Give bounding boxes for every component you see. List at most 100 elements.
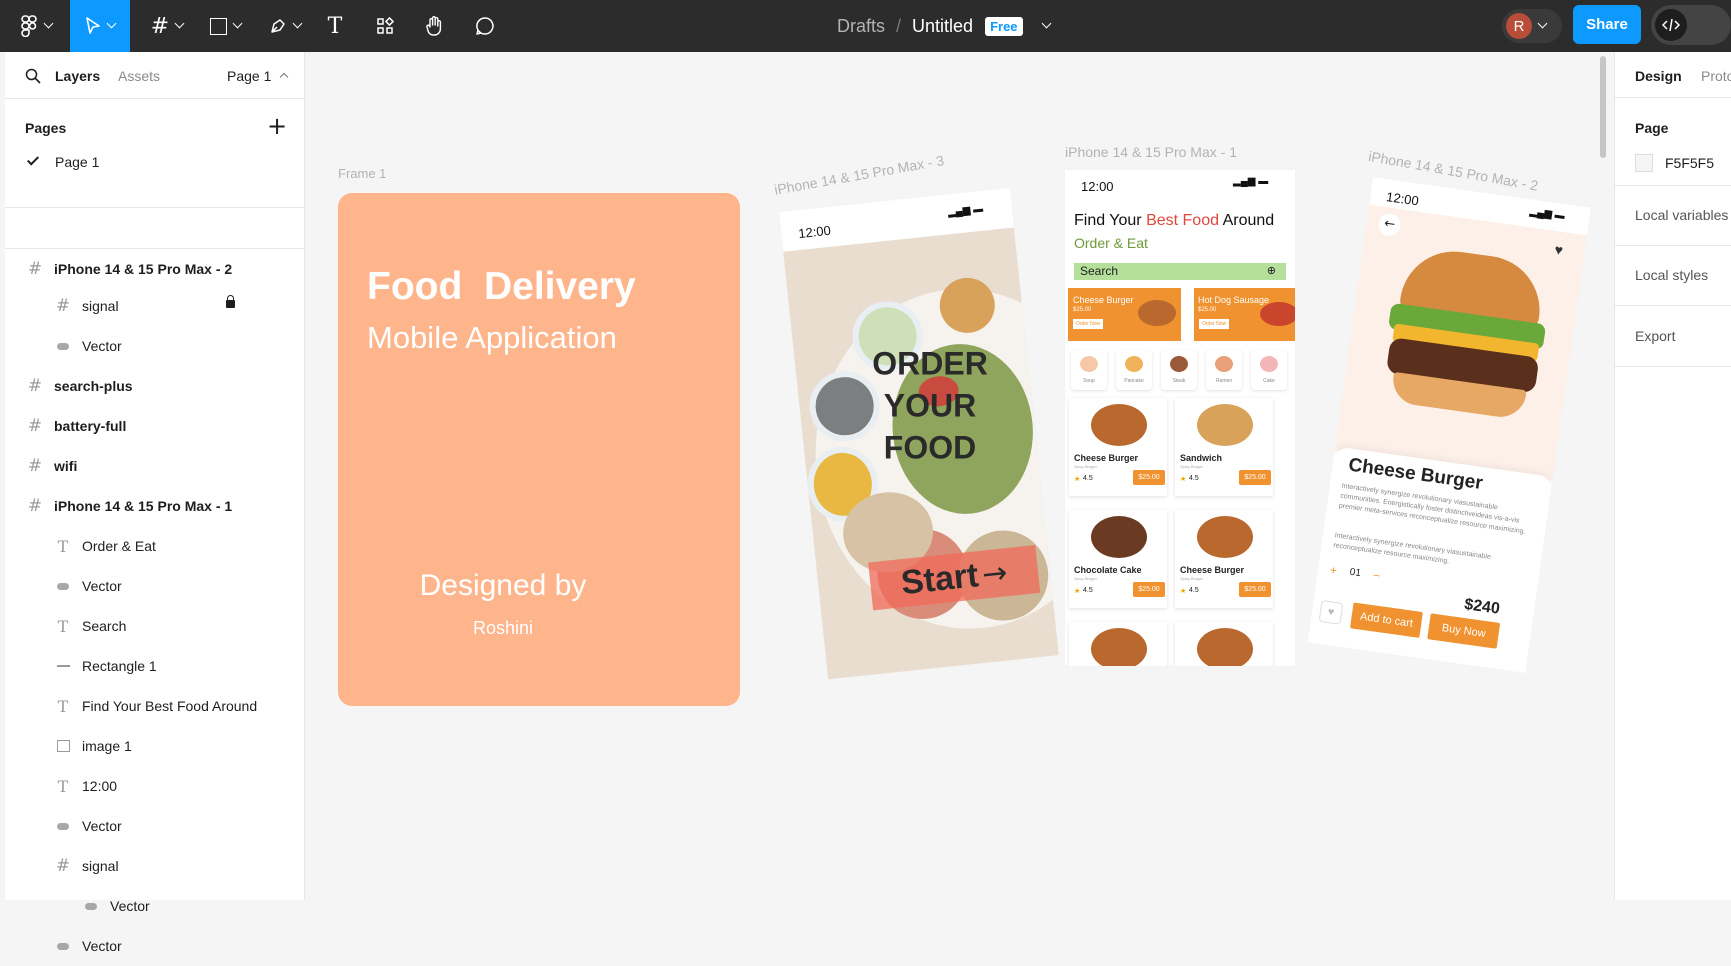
category-chip[interactable]: Soup (1071, 350, 1107, 390)
food-price-button[interactable]: $25.00 (1133, 582, 1165, 597)
favorite-button[interactable]: ♥ (1318, 599, 1344, 625)
shape-tool-button[interactable] (200, 0, 250, 52)
minus-button[interactable]: – (1373, 569, 1381, 582)
plus-button[interactable]: + (1329, 563, 1338, 578)
main-menu-button[interactable] (8, 0, 63, 52)
food-rating: 4.5 (1189, 475, 1199, 482)
category-chip[interactable]: Cake (1251, 350, 1287, 390)
food-card[interactable]: Sandwich Spicy Burger ★ 4.5 $25.00 (1175, 398, 1273, 496)
vector-icon (55, 938, 71, 954)
layer-row[interactable]: image 1 (5, 726, 305, 766)
layer-row[interactable]: Vector (5, 926, 305, 966)
buy-now-button[interactable]: Buy Now (1427, 613, 1501, 649)
user-avatar-menu[interactable]: R (1502, 9, 1562, 43)
layer-row[interactable]: Vector (5, 886, 305, 926)
food-name: Chocolate Cake (1074, 565, 1142, 575)
food-name: Cheese Burger (1180, 565, 1245, 575)
add-to-cart-button[interactable]: Add to cart (1349, 602, 1423, 638)
food-price-button[interactable]: $25.00 (1133, 470, 1165, 485)
tab-layers[interactable]: Layers (55, 68, 100, 84)
layer-row[interactable]: Rectangle 1 (5, 646, 305, 686)
layer-row[interactable]: T Order & Eat (5, 526, 305, 566)
dev-mode-toggle[interactable] (1651, 5, 1731, 45)
layer-row[interactable]: # signal (5, 846, 305, 886)
layer-row[interactable]: T Search (5, 606, 305, 646)
move-tool-button[interactable] (70, 0, 130, 52)
text-icon: T (57, 776, 69, 796)
text-tool-button[interactable]: T (318, 0, 352, 52)
design-canvas[interactable]: Frame 1 Food Delivery Mobile Application… (305, 52, 1614, 900)
breadcrumb-drafts[interactable]: Drafts (837, 16, 885, 37)
share-button[interactable]: Share (1573, 5, 1641, 44)
category-chip[interactable]: Pancake (1116, 350, 1152, 390)
plan-badge[interactable]: Free (985, 16, 1023, 36)
layer-row[interactable]: # search-plus (5, 366, 305, 406)
phone1-label[interactable]: iPhone 14 & 15 Pro Max - 1 (1065, 144, 1237, 160)
layer-row[interactable]: # battery-full (5, 406, 305, 446)
category-chip[interactable]: Ramen (1206, 350, 1242, 390)
layer-row[interactable]: Vector (5, 806, 305, 846)
local-variables[interactable]: Local variables (1635, 207, 1728, 223)
page-color-swatch[interactable] (1635, 154, 1653, 172)
hand-tool-button[interactable] (418, 0, 452, 52)
layer-row[interactable]: T Find Your Best Food Around (5, 686, 305, 726)
phone-frame-2[interactable]: 12:00 ▂▄▆ ▬ ← ♥ Cheese Burger Interactiv… (1307, 177, 1591, 674)
burger-thumb (1138, 300, 1176, 326)
frame-icon: # (27, 456, 43, 476)
layer-row[interactable]: Vector (5, 566, 305, 606)
phone-frame-1[interactable]: 12:00 ▂▄▆ ▬ Find Your Best Food Around O… (1065, 170, 1295, 666)
food-card[interactable]: Cheese Burger Spicy Burger ★ 4.5 $25.00 (1069, 398, 1167, 496)
food-card[interactable] (1175, 622, 1273, 666)
phone3-label[interactable]: iPhone 14 & 15 Pro Max - 3 (773, 152, 945, 198)
phone-frame-3[interactable]: 12:00 ▂▄▆ ▬ ORDER YOUR FOOD Start → (779, 187, 1059, 680)
figma-logo-icon (20, 15, 37, 37)
comment-tool-button[interactable] (468, 0, 502, 52)
promo-card-1[interactable]: Cheese Burger $25.00 Order Now (1068, 288, 1181, 341)
canvas-scrollbar[interactable] (1600, 56, 1606, 158)
page-color-value[interactable]: F5F5F5 (1665, 155, 1714, 171)
layer-label: Rectangle 1 (82, 658, 157, 674)
chevron-down-icon (1537, 18, 1548, 29)
food-image (1091, 516, 1147, 558)
layer-row[interactable]: # signal (5, 286, 305, 326)
frame-tool-button[interactable]: # (142, 0, 192, 52)
layer-row[interactable]: Vector (5, 326, 305, 366)
frame1-label[interactable]: Frame 1 (338, 166, 386, 181)
category-chip[interactable]: Steak (1161, 350, 1197, 390)
frame1-title: Food Delivery (367, 265, 636, 308)
food-card[interactable]: Chocolate Cake Spicy Burger ★ 4.5 $25.00 (1069, 510, 1167, 608)
promo-card-2[interactable]: Hot Dog Sausage $25.00 Order Now (1194, 288, 1295, 341)
food-card[interactable]: Cheese Burger Spicy Burger ★ 4.5 $25.00 (1175, 510, 1273, 608)
file-name[interactable]: Untitled (912, 16, 973, 37)
promo-title: Hot Dog Sausage (1198, 295, 1270, 305)
page-list-item[interactable]: Page 1 (5, 144, 305, 180)
food-price-button[interactable]: $25.00 (1239, 470, 1271, 485)
resources-button[interactable] (368, 0, 402, 52)
food-card[interactable] (1069, 622, 1167, 666)
add-page-icon[interactable]: + (267, 112, 287, 140)
tab-design[interactable]: Design (1635, 68, 1682, 84)
star-icon: ★ (1180, 476, 1187, 483)
vector-icon (55, 578, 71, 594)
export-section[interactable]: Export (1635, 328, 1675, 344)
hotdog-thumb (1260, 302, 1295, 326)
food-price-button[interactable]: $25.00 (1239, 582, 1271, 597)
pen-icon (271, 19, 285, 33)
frame1[interactable]: Food Delivery Mobile Application Designe… (338, 193, 740, 706)
layer-row[interactable]: # wifi (5, 446, 305, 486)
file-menu-chevron-icon[interactable] (1041, 18, 1051, 29)
tab-assets[interactable]: Assets (118, 68, 160, 84)
page-selector[interactable]: Page 1 (227, 68, 289, 84)
tab-prototype[interactable]: Proto (1701, 68, 1731, 84)
pen-tool-button[interactable] (260, 0, 310, 52)
layer-row[interactable]: # iPhone 14 & 15 Pro Max - 1 (5, 486, 305, 526)
search-icon[interactable] (25, 68, 41, 84)
layer-row[interactable]: T 12:00 (5, 766, 305, 806)
lock-icon[interactable] (226, 295, 235, 308)
order-now-button[interactable]: Order Now (1199, 319, 1230, 329)
layer-label: wifi (54, 458, 78, 474)
local-styles[interactable]: Local styles (1635, 267, 1708, 283)
order-now-button[interactable]: Order Now (1073, 319, 1104, 329)
layer-row[interactable]: # iPhone 14 & 15 Pro Max - 2 (5, 249, 305, 289)
home-search-bar[interactable]: Search ⊕ (1074, 263, 1286, 280)
